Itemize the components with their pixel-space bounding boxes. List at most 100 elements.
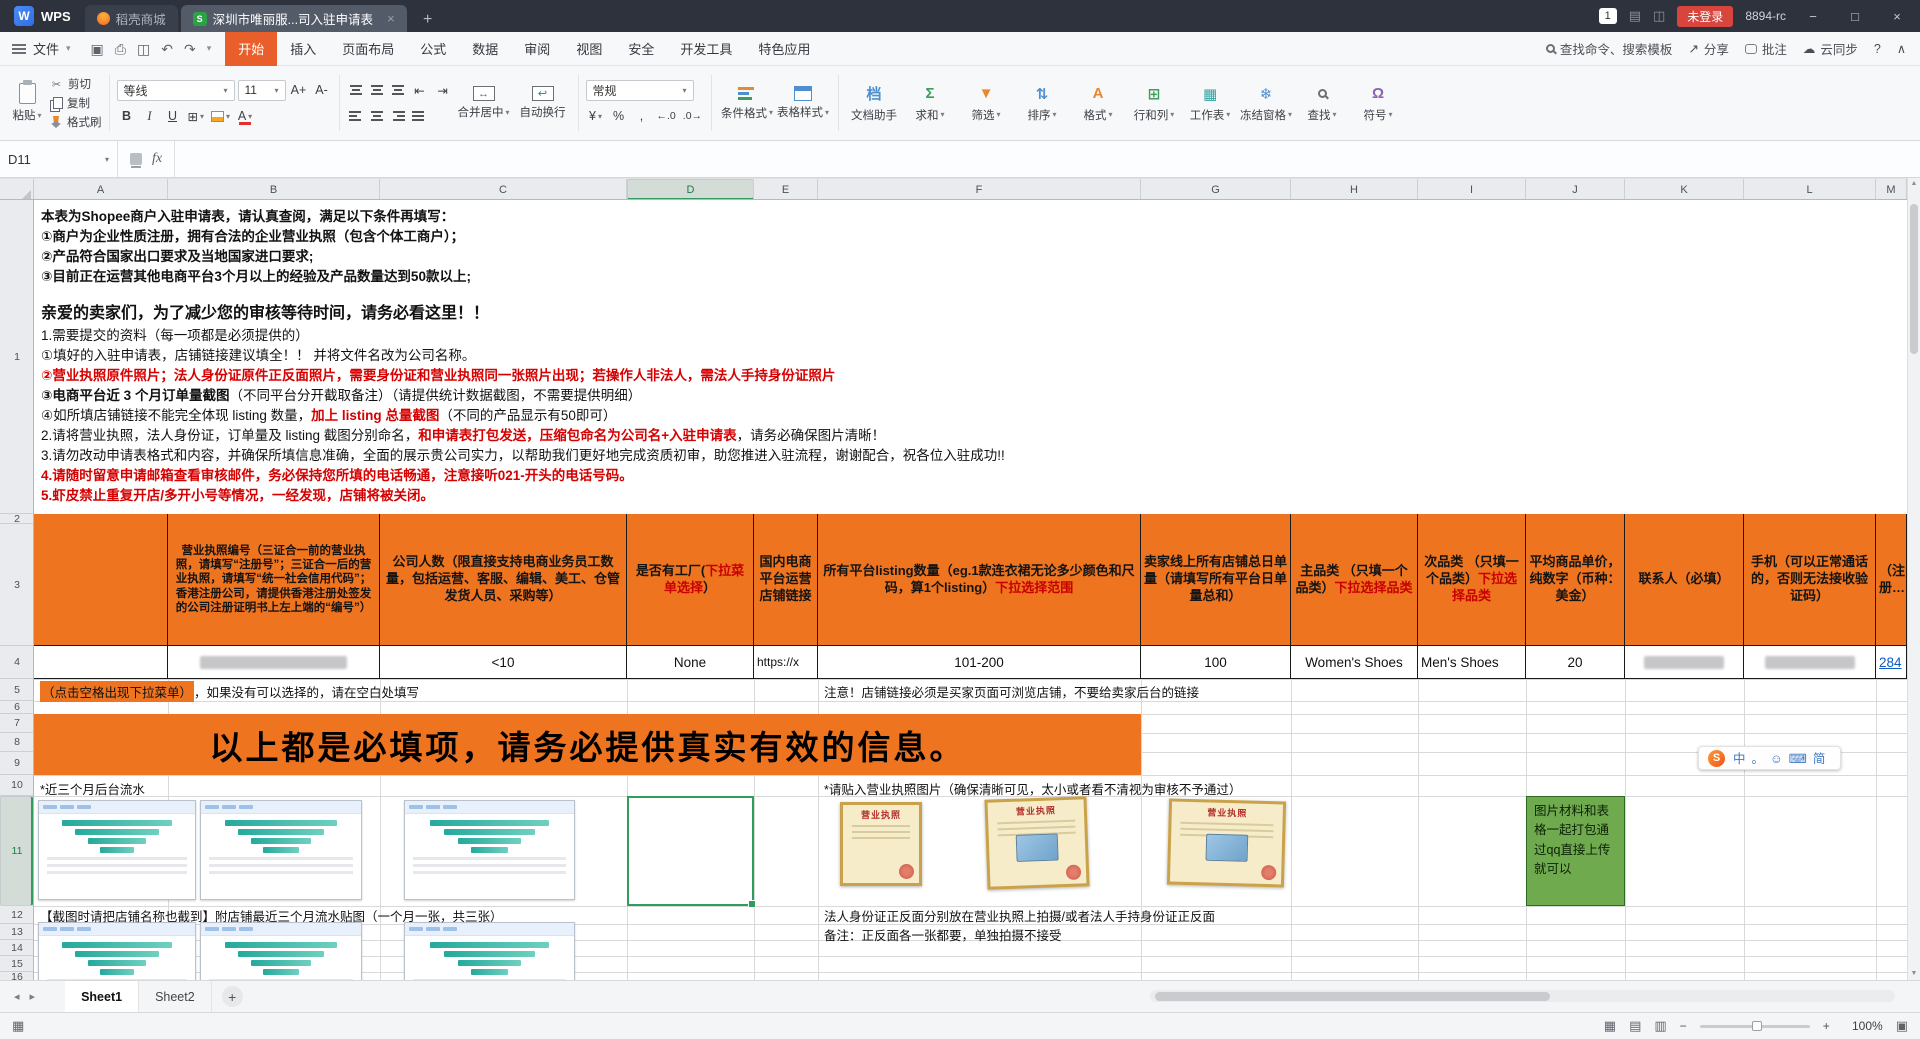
insert-function-icon[interactable]: fx [152,151,162,167]
sheet-grid[interactable]: 本表为Shopee商户入驻申请表，请认真查阅，满足以下条件再填写：①商户为企业性… [34,200,1907,980]
close-button[interactable]: × [1882,9,1912,24]
header-cell-J2[interactable]: 平均商品单价，纯数字（币种：美金） [1526,514,1625,646]
prev-sheet-icon[interactable]: ◂ [14,990,20,1003]
borders-button[interactable]: ⊞▾ [186,106,207,126]
help-button[interactable]: ? [1874,42,1881,56]
menu-tab-插入[interactable]: 插入 [277,32,329,66]
cell-I4[interactable]: Men's Shoes [1418,646,1526,679]
page-break-view-icon[interactable]: ▥ [1654,1018,1666,1034]
toolbar-button-筛选[interactable]: ▼筛选▾ [958,84,1014,123]
menu-tab-数据[interactable]: 数据 [459,32,511,66]
name-box[interactable]: D11 ▾ [0,141,118,177]
formula-input[interactable] [175,141,1920,177]
menu-tab-页面布局[interactable]: 页面布局 [329,32,407,66]
ime-item-3[interactable]: ⌨ [1789,752,1807,766]
normal-view-icon[interactable]: ▦ [1604,1018,1616,1034]
row-header-12[interactable]: 12 [0,906,34,924]
row-header-2[interactable]: 2 [0,514,34,524]
header-cell-M2[interactable]: （注册… [1876,514,1907,646]
row-header-6[interactable]: 6 [0,701,34,714]
toolbar-button-查找[interactable]: 查找▾ [1294,84,1350,123]
status-left-icon[interactable]: ▦ [12,1018,24,1034]
cell-C4[interactable]: <10 [380,646,627,679]
menu-tab-视图[interactable]: 视图 [563,32,615,66]
vertical-scrollbar-thumb[interactable] [1910,204,1918,354]
align-left-icon[interactable] [347,108,365,124]
ime-item-0[interactable]: 中 [1733,752,1746,766]
decrease-font-button[interactable]: A- [312,80,332,100]
align-top-icon[interactable] [347,82,365,98]
green-note-cell[interactable]: 图片材料和表格一起打包通过qq直接上传就可以 [1526,796,1625,906]
cell-K4[interactable] [1625,646,1744,679]
column-header-G[interactable]: G [1141,179,1291,200]
row-header-16[interactable]: 16 [0,972,34,980]
bold-button[interactable]: B [117,106,137,126]
ime-item-1[interactable]: 。 [1752,752,1765,766]
tab-docer-mall[interactable]: 稻壳商城 [85,5,178,32]
align-bottom-icon[interactable] [389,82,407,98]
header-cell-K2[interactable]: 联系人（必填） [1625,514,1744,646]
print-icon[interactable]: ⎙ [115,42,126,56]
command-search[interactable]: 查找命令、搜索模板 [1546,39,1673,58]
column-header-D[interactable]: D [627,179,754,200]
font-size-select[interactable]: 11▾ [238,80,286,101]
column-header-M[interactable]: M [1876,179,1907,200]
zoom-slider-thumb[interactable] [1752,1021,1762,1031]
toolbar-button-冻结窗格[interactable]: ❄冻结窗格▾ [1238,84,1294,123]
column-header-F[interactable]: F [818,179,1141,200]
align-center-icon[interactable] [368,108,386,124]
add-sheet-button[interactable]: + [222,986,243,1007]
toolbar-button-排序[interactable]: ⇅排序▾ [1014,84,1070,123]
collapse-ribbon-icon[interactable]: ∧ [1897,41,1906,56]
notification-badge[interactable]: 1 [1599,8,1617,24]
header-cell-D2[interactable]: 是否有工厂(下拉菜单选择） [627,514,754,646]
cell-L4[interactable] [1744,646,1876,679]
justify-icon[interactable] [410,108,428,124]
row-header-1[interactable]: 1 [0,200,34,514]
column-header-E[interactable]: E [754,179,818,200]
row-header-3[interactable]: 3 [0,524,34,646]
store-backend-screenshot[interactable] [200,922,362,980]
horizontal-scrollbar[interactable] [1150,990,1895,1002]
copy-button[interactable]: 复制 [50,95,102,112]
header-cell-F2[interactable]: 所有平台listing数量（eg.1款连衣裙无论多少颜色和尺码，算1个listi… [818,514,1141,646]
align-right-icon[interactable] [389,108,407,124]
zoom-out-button[interactable]: − [1680,1019,1687,1033]
share-button[interactable]: ↗ 分享 [1688,39,1729,58]
layout-switch-icon[interactable]: ◫ [1653,8,1665,24]
row-header-5[interactable]: 5 [0,679,34,701]
column-header-A[interactable]: A [34,179,168,200]
column-header-B[interactable]: B [168,179,380,200]
required-fields-banner-cell[interactable]: 以上都是必填项，请务必提供真实有效的信息。 [34,714,1141,775]
underline-button[interactable]: U [163,106,183,126]
column-header-J[interactable]: J [1526,179,1625,200]
cell-D4[interactable]: None [627,646,754,679]
business-license-image[interactable]: 营业执照 [1167,798,1286,887]
next-sheet-icon[interactable]: ▸ [30,990,36,1003]
toolbar-button-求和[interactable]: Σ求和▾ [902,84,958,123]
ime-item-4[interactable]: 简 [1813,752,1826,766]
number-format-select[interactable]: 常规▾ [586,80,694,101]
row-header-10[interactable]: 10 [0,775,34,796]
increase-indent-button[interactable]: ⇥ [433,80,453,100]
comma-format-button[interactable]: , [632,106,652,126]
menu-tab-公式[interactable]: 公式 [407,32,459,66]
horizontal-scrollbar-thumb[interactable] [1155,992,1550,1001]
toolbar-button-符号[interactable]: Ω符号▾ [1350,84,1406,123]
page-layout-view-icon[interactable]: ▤ [1629,1018,1641,1034]
zoom-in-button[interactable]: + [1823,1019,1830,1033]
header-cell-I2[interactable]: 次品类 （只填一个品类）下拉选择品类 [1418,514,1526,646]
column-header-H[interactable]: H [1291,179,1418,200]
login-status-button[interactable]: 未登录 [1677,6,1733,27]
selected-cell-D11[interactable] [627,796,754,906]
cell-B4[interactable] [168,646,380,679]
store-backend-screenshot[interactable] [200,800,362,900]
column-header-C[interactable]: C [380,179,627,200]
align-middle-icon[interactable] [368,82,386,98]
header-cell-B2[interactable]: 营业执照编号（三证合一前的营业执照，请填写“注册号”；三证合一后的营业执照，请填… [168,514,380,646]
business-license-image[interactable]: 营业执照 [840,802,922,886]
redo-icon[interactable]: ↷ [184,42,196,56]
scroll-up-icon[interactable]: ▲ [1908,178,1920,190]
decrease-decimal-button[interactable]: .0→ [681,106,704,126]
skin-icon[interactable]: ▤ [1629,8,1641,24]
